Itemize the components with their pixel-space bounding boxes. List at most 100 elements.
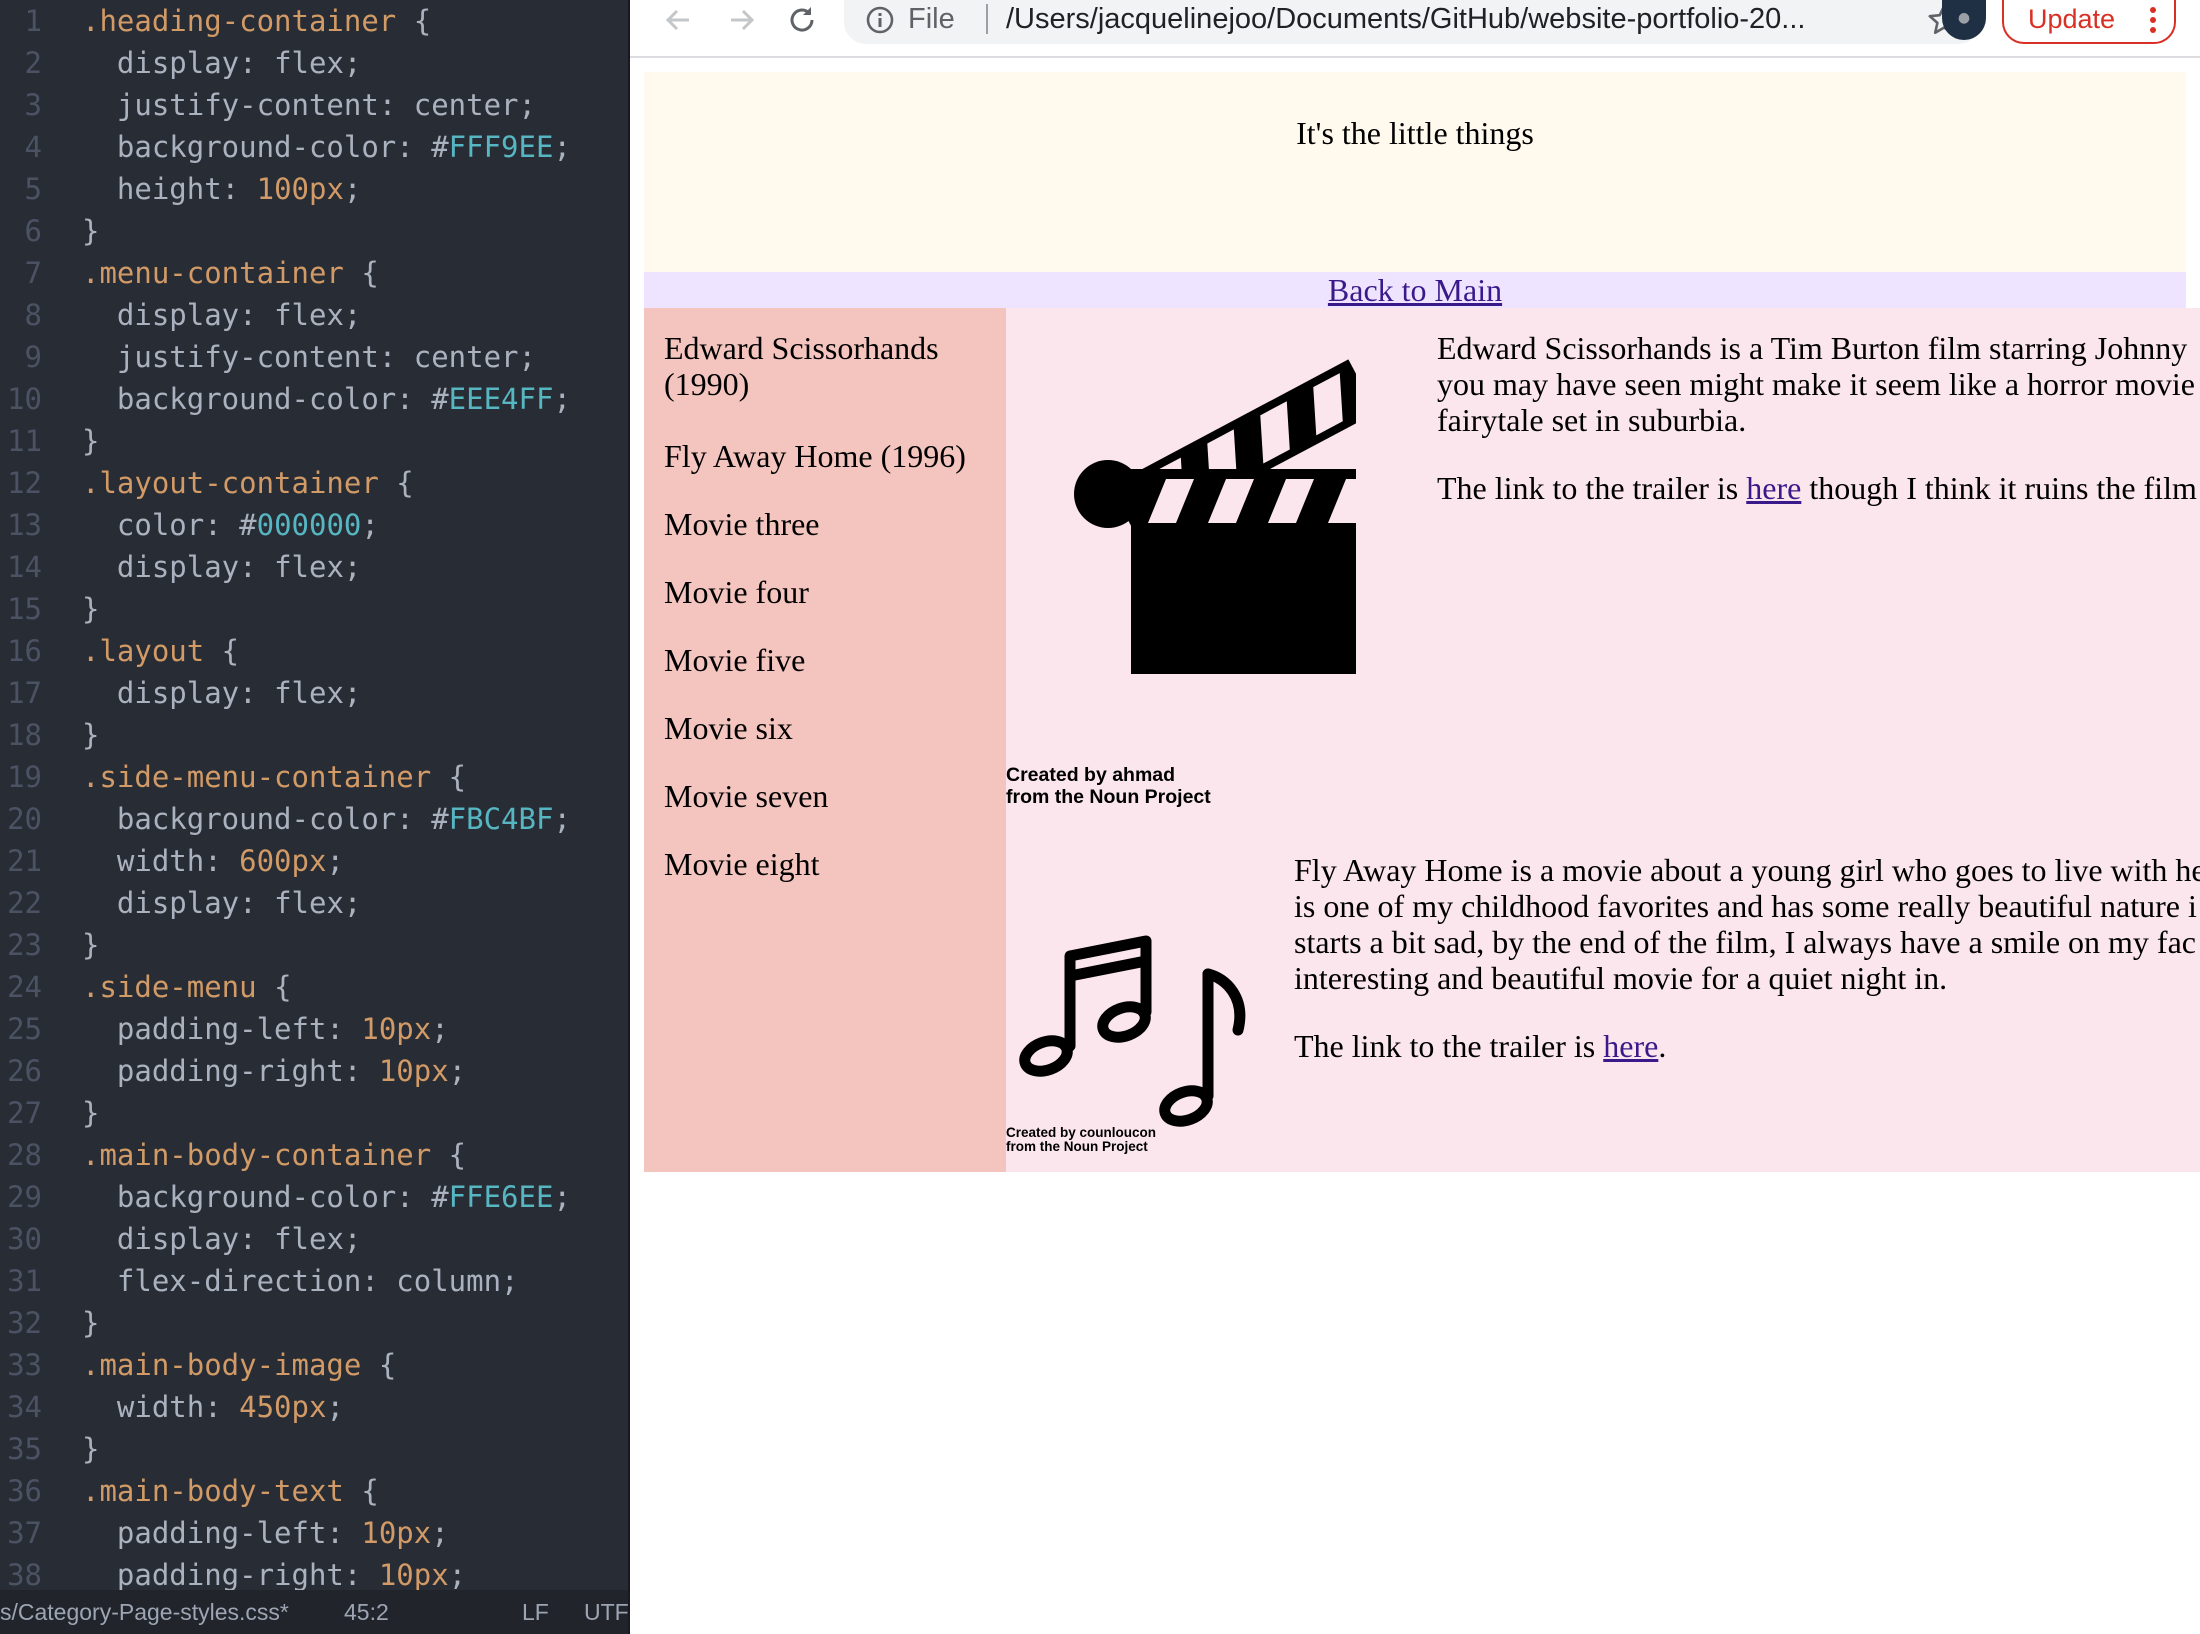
code-line[interactable]: 21 width: 600px; [0,840,628,882]
back-button[interactable] [656,0,700,40]
code-text[interactable]: .side-menu-container { [82,756,466,798]
code-line[interactable]: 31 flex-direction: column; [0,1260,628,1302]
code-line[interactable]: 13 color: #000000; [0,504,628,546]
forward-button[interactable] [720,0,764,40]
code-text[interactable]: padding-right: 10px; [82,1554,466,1590]
trailer-link[interactable]: here [1746,470,1801,506]
code-line[interactable]: 27} [0,1092,628,1134]
code-line[interactable]: 6} [0,210,628,252]
trailer-link[interactable]: here [1603,1028,1658,1064]
status-line-ending[interactable]: LF [522,1590,549,1634]
code-line[interactable]: 16 .layout { [0,630,628,672]
code-line[interactable]: 19 .side-menu-container { [0,756,628,798]
code-line[interactable]: 15} [0,588,628,630]
code-text[interactable]: } [82,210,99,252]
code-text[interactable]: flex-direction: column; [82,1260,519,1302]
code-line[interactable]: 35} [0,1428,628,1470]
code-line[interactable]: 28 .main-body-container { [0,1134,628,1176]
code-line[interactable]: 30 display: flex; [0,1218,628,1260]
code-text[interactable]: color: #000000; [82,504,379,546]
code-line[interactable]: 9 justify-content: center; [0,336,628,378]
code-line[interactable]: 34 width: 450px; [0,1386,628,1428]
code-line[interactable]: 33 .main-body-image { [0,1344,628,1386]
code-line[interactable]: 26 padding-right: 10px; [0,1050,628,1092]
code-text[interactable]: background-color: #FFE6EE; [82,1176,571,1218]
code-line[interactable]: 8 display: flex; [0,294,628,336]
code-text[interactable]: height: 100px; [82,168,361,210]
code-line[interactable]: 18} [0,714,628,756]
code-line[interactable]: 23} [0,924,628,966]
code-text[interactable]: justify-content: center; [82,336,536,378]
code-text[interactable]: width: 450px; [82,1386,344,1428]
code-text[interactable]: } [82,1302,99,1344]
code-line[interactable]: 2 display: flex; [0,42,628,84]
code-text[interactable]: display: flex; [82,672,361,714]
code-text[interactable]: .menu-container { [82,252,379,294]
code-line[interactable]: 17 display: flex; [0,672,628,714]
code-token: # [239,508,257,542]
code-text[interactable]: display: flex; [82,294,361,336]
back-to-main-link[interactable]: Back to Main [1328,272,1502,308]
code-text[interactable]: display: flex; [82,546,361,588]
code-text[interactable]: .layout { [82,630,239,672]
address-bar[interactable]: File /Users/jacquelinejoo/Documents/GitH… [844,0,1980,44]
url-text[interactable]: /Users/jacquelinejoo/Documents/GitHub/we… [1006,0,1805,38]
info-icon[interactable] [864,4,896,36]
more-vert-icon[interactable] [2148,6,2158,34]
avatar[interactable]: ● [1942,0,1986,40]
code-text[interactable]: background-color: #EEE4FF; [82,378,571,420]
code-token: ; [343,886,362,920]
code-line[interactable]: 20 background-color: #FBC4BF; [0,798,628,840]
code-text[interactable]: } [82,588,99,630]
code-text[interactable]: display: flex; [82,882,361,924]
update-button[interactable]: Update [2002,0,2176,44]
code-text[interactable]: .side-menu { [82,966,292,1008]
code-line[interactable]: 3 justify-content: center; [0,84,628,126]
code-text[interactable]: background-color: #FBC4BF; [82,798,571,840]
code-line[interactable]: 24 .side-menu { [0,966,628,1008]
code-line[interactable]: 25 padding-left: 10px; [0,1008,628,1050]
code-text[interactable]: padding-left: 10px; [82,1512,449,1554]
code-line[interactable]: 11} [0,420,628,462]
code-text[interactable]: } [82,1428,99,1470]
status-file-path[interactable]: s/Category-Page-styles.css* [0,1590,289,1634]
code-editor[interactable]: 1 .heading-container {2 display: flex; 3 j… [0,0,628,1634]
code-line[interactable]: 29 background-color: #FFE6EE; [0,1176,628,1218]
status-cursor-position[interactable]: 45:2 [344,1590,389,1634]
code-token: background-color: [82,1180,432,1214]
line-number: 36 [7,1474,42,1508]
code-line[interactable]: 1 .heading-container { [0,0,628,42]
status-encoding[interactable]: UTF [584,1590,628,1634]
code-line[interactable]: 14 display: flex; [0,546,628,588]
credit-line: from the Noun Project [1006,1139,1148,1154]
code-text[interactable]: .main-body-container { [82,1134,466,1176]
code-line[interactable]: 38 padding-right: 10px; [0,1554,628,1590]
code-text[interactable]: } [82,714,99,756]
code-text[interactable]: .layout-container { [82,462,414,504]
code-text[interactable]: .main-body-image { [82,1344,396,1386]
code-text[interactable]: } [82,924,99,966]
code-line[interactable]: 36 .main-body-text { [0,1470,628,1512]
code-line[interactable]: 10 background-color: #EEE4FF; [0,378,628,420]
code-text[interactable]: justify-content: center; [82,84,536,126]
code-text[interactable]: display: flex; [82,42,361,84]
code-lines[interactable]: 1 .heading-container {2 display: flex; 3 j… [0,0,628,1590]
code-text[interactable]: display: flex; [82,1218,361,1260]
code-line[interactable]: 12 .layout-container { [0,462,628,504]
code-text[interactable]: } [82,1092,99,1134]
code-text[interactable]: } [82,420,99,462]
code-text[interactable]: .main-body-text { [82,1470,379,1512]
code-line[interactable]: 7 .menu-container { [0,252,628,294]
code-line[interactable]: 5 height: 100px; [0,168,628,210]
reload-button[interactable] [780,0,824,40]
code-token: ; [553,130,571,164]
code-text[interactable]: background-color: #FFF9EE; [82,126,571,168]
code-text[interactable]: .heading-container { [82,0,431,42]
code-line[interactable]: 4 background-color: #FFF9EE; [0,126,628,168]
code-line[interactable]: 32} [0,1302,628,1344]
code-text[interactable]: width: 600px; [82,840,344,882]
code-text[interactable]: padding-left: 10px; [82,1008,449,1050]
code-line[interactable]: 22 display: flex; [0,882,628,924]
code-text[interactable]: padding-right: 10px; [82,1050,466,1092]
code-line[interactable]: 37 padding-left: 10px; [0,1512,628,1554]
